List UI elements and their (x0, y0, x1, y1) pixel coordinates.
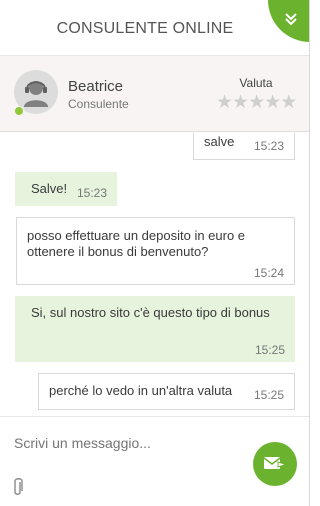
chat-widget: CONSULENTE ONLINE Beatrice Consulente Va… (0, 0, 310, 506)
message-time: 15:25 (254, 343, 285, 357)
user-message: posso effettuare un deposito in euro e o… (16, 217, 295, 285)
star-icon[interactable]: ★ (216, 92, 233, 113)
star-icon[interactable]: ★ (280, 92, 297, 113)
send-button[interactable] (253, 442, 297, 486)
message-text: posso effettuare un deposito in euro e o… (27, 228, 246, 259)
message-text: Salve! (31, 181, 68, 196)
message-text: Si, sul nostro sito c'è questo tipo di b… (31, 305, 270, 320)
chat-header: CONSULENTE ONLINE (0, 0, 309, 56)
agent-name: Beatrice (68, 78, 124, 95)
message-input[interactable] (14, 435, 234, 451)
online-status-dot (14, 106, 24, 116)
message-list[interactable]: salve 15:23 Salve! 15:23 posso effettuar… (0, 133, 309, 415)
agent-bar: Beatrice Consulente Valuta ★★★★★ (0, 56, 309, 132)
message-text: perché lo vedo in un'altra valuta (49, 383, 233, 398)
rating-stars[interactable]: ★★★★★ (216, 91, 297, 114)
rating-label: Valuta (239, 76, 273, 90)
user-message: perché lo vedo in un'altra valuta 15:25 (38, 373, 295, 410)
message-text: salve (204, 134, 235, 149)
send-mail-icon (263, 457, 287, 469)
message-time: 15:23 (76, 186, 107, 200)
header-title: CONSULENTE ONLINE (56, 20, 234, 37)
paperclip-icon[interactable] (12, 477, 24, 497)
double-chevron-down-icon (285, 13, 297, 26)
star-icon[interactable]: ★ (264, 92, 281, 113)
headset-user-icon (24, 81, 48, 107)
star-icon[interactable]: ★ (232, 92, 249, 113)
star-icon[interactable]: ★ (248, 92, 265, 113)
message-time: 15:25 (253, 388, 284, 402)
agent-message: Salve! 15:23 (15, 172, 117, 206)
message-time: 15:24 (253, 266, 284, 280)
user-message: salve 15:23 (193, 133, 295, 160)
agent-role: Consulente (68, 97, 129, 111)
agent-message: Si, sul nostro sito c'è questo tipo di b… (15, 296, 295, 362)
message-time: 15:23 (253, 139, 284, 153)
message-composer (0, 416, 309, 506)
